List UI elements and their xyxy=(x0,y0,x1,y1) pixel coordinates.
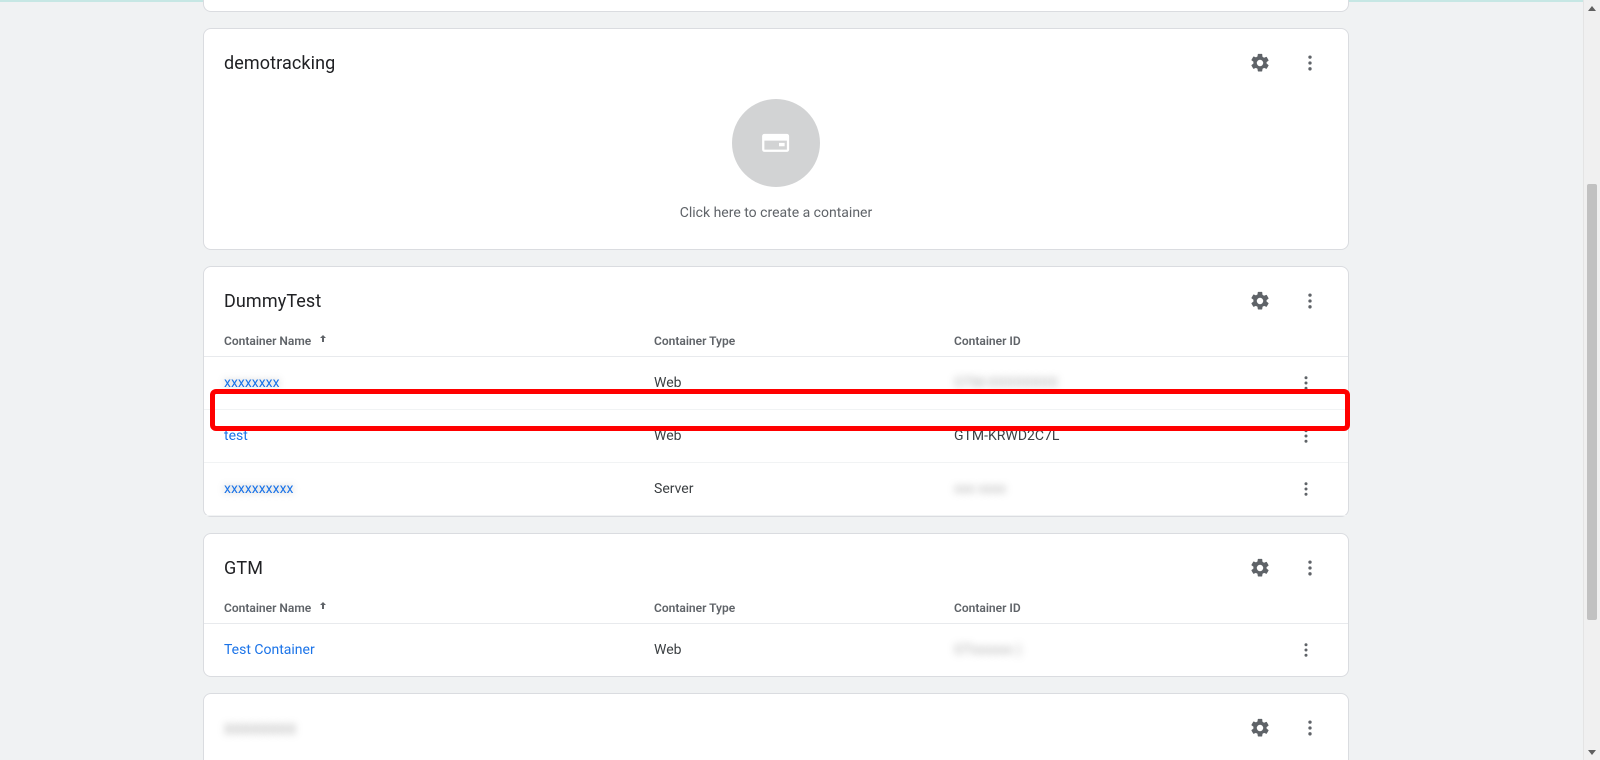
container-name-link[interactable]: Test Container xyxy=(224,642,315,658)
panel-header: xxxxxxxx xyxy=(204,694,1348,754)
scroll-down-arrow-icon[interactable] xyxy=(1584,743,1600,760)
sort-ascending-icon xyxy=(317,600,329,615)
accounts-column: demotracking Click here to create a cont… xyxy=(203,0,1349,760)
row-more-actions-icon[interactable] xyxy=(1288,471,1324,507)
column-header-id[interactable]: Container ID xyxy=(954,334,1288,348)
more-actions-icon[interactable] xyxy=(1292,550,1328,586)
container-row[interactable]: xxxxxxxx Web GTM-XXXXXXXX xyxy=(204,357,1348,410)
column-header-name-label: Container Name xyxy=(224,601,311,615)
table-header: Container Name Container Type Container … xyxy=(204,754,1348,760)
panel-actions xyxy=(1242,550,1328,586)
account-title: DummyTest xyxy=(224,291,321,312)
column-header-name[interactable]: Container Name xyxy=(224,333,654,348)
account-panel-dummytest: DummyTest Container Name Container Type … xyxy=(203,266,1349,517)
container-type: Server xyxy=(654,481,954,497)
panel-actions xyxy=(1242,283,1328,319)
row-more-actions-icon[interactable] xyxy=(1288,418,1324,454)
row-more-actions-icon[interactable] xyxy=(1288,365,1324,401)
container-row-highlighted[interactable]: test Web GTM-KRWD2C7L xyxy=(204,410,1348,463)
settings-gear-icon[interactable] xyxy=(1242,45,1278,81)
panel-header: DummyTest xyxy=(204,267,1348,327)
container-type: Web xyxy=(654,428,954,444)
container-id: GTM-XXXXXXXX xyxy=(954,375,1058,391)
account-panel-demotracking: demotracking Click here to create a cont… xyxy=(203,28,1349,250)
container-name-link[interactable]: test xyxy=(224,428,248,444)
panel-header: GTM xyxy=(204,534,1348,594)
container-name-link[interactable]: xxxxxxxxxx xyxy=(224,481,293,497)
container-id: xxx xxxx xyxy=(954,481,1006,497)
empty-state[interactable]: Click here to create a container xyxy=(204,89,1348,249)
more-actions-icon[interactable] xyxy=(1292,45,1328,81)
account-title: demotracking xyxy=(224,53,335,74)
settings-gear-icon[interactable] xyxy=(1242,710,1278,746)
account-panel-redacted: xxxxxxxx Container Name Container Type C… xyxy=(203,693,1349,760)
account-title: xxxxxxxx xyxy=(224,718,296,739)
panel-actions xyxy=(1242,45,1328,81)
account-panel-gtm: GTM Container Name Container Type Contai… xyxy=(203,533,1349,677)
panel-peek-top xyxy=(203,0,1349,12)
scrollbar-thumb[interactable] xyxy=(1587,184,1597,620)
column-header-name-label: Container Name xyxy=(224,334,311,348)
sort-ascending-icon xyxy=(317,333,329,348)
container-type: Web xyxy=(654,375,954,391)
table-header: Container Name Container Type Container … xyxy=(204,327,1348,357)
settings-gear-icon[interactable] xyxy=(1242,283,1278,319)
row-more-actions-icon[interactable] xyxy=(1288,632,1324,668)
container-row[interactable]: xxxxxxxxxx Server xxx xxxx xyxy=(204,463,1348,516)
column-header-name[interactable]: Container Name xyxy=(224,600,654,615)
column-header-type[interactable]: Container Type xyxy=(654,601,954,615)
container-name-link[interactable]: xxxxxxxx xyxy=(224,375,280,391)
container-id: GTM-KRWD2C7L xyxy=(954,428,1288,444)
scroll-up-arrow-icon[interactable] xyxy=(1584,0,1600,17)
container-type: Web xyxy=(654,642,954,658)
panel-header: demotracking xyxy=(204,29,1348,89)
container-id: GTxxxxxx ) xyxy=(954,642,1021,658)
container-row[interactable]: Test Container Web GTxxxxxx ) xyxy=(204,624,1348,676)
table-header: Container Name Container Type Container … xyxy=(204,594,1348,624)
settings-gear-icon[interactable] xyxy=(1242,550,1278,586)
more-actions-icon[interactable] xyxy=(1292,710,1328,746)
column-header-type[interactable]: Container Type xyxy=(654,334,954,348)
account-title: GTM xyxy=(224,558,263,579)
empty-state-text: Click here to create a container xyxy=(680,205,872,221)
panel-actions xyxy=(1242,710,1328,746)
more-actions-icon[interactable] xyxy=(1292,283,1328,319)
scrollbar-track[interactable] xyxy=(1584,17,1600,743)
container-placeholder-icon xyxy=(732,99,820,187)
column-header-id[interactable]: Container ID xyxy=(954,601,1288,615)
vertical-scrollbar[interactable] xyxy=(1583,0,1600,760)
